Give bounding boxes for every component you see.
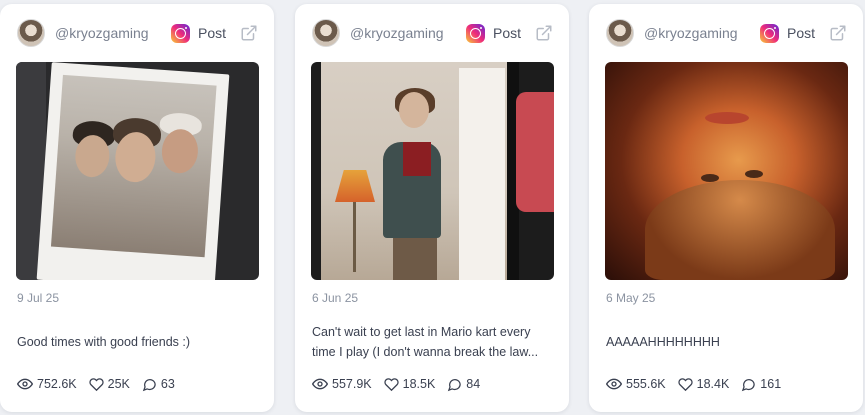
post-stats: 555.6K 18.4K 161 [606,376,793,392]
comment-icon [448,378,462,391]
avatar[interactable] [606,19,634,47]
comments-count: 161 [760,377,782,391]
username[interactable]: @kryozgaming [350,25,466,41]
post-stats: 752.6K 25K 63 [17,376,187,392]
post-type-label: Post [197,25,226,41]
post-image[interactable] [605,62,848,280]
post-card: @kryozgaming Post 9 Jul 25 Good times wi… [0,4,274,412]
post-type-label: Post [786,25,815,41]
comment-icon [142,378,156,391]
likes-stat: 25K [89,377,130,392]
post-card: @kryozgaming Post 6 Jun 25 Can't wait to… [295,4,569,412]
views-count: 752.6K [37,377,77,391]
views-stat: 752.6K [17,376,77,392]
eye-icon [606,378,622,390]
heart-icon [384,377,399,391]
likes-count: 25K [107,377,130,391]
views-stat: 555.6K [606,376,666,392]
post-date: 6 Jun 25 [312,291,359,305]
post-caption: Good times with good friends :) [17,335,190,349]
post-image[interactable] [311,62,554,280]
username[interactable]: @kryozgaming [55,25,171,41]
heart-icon [678,377,693,391]
comments-stat: 63 [142,377,175,392]
instagram-icon [170,23,190,43]
card-header: @kryozgaming Post [606,18,847,48]
eye-icon [17,378,33,390]
external-link-icon[interactable] [535,24,553,42]
likes-stat: 18.4K [678,377,730,392]
username[interactable]: @kryozgaming [644,25,760,41]
card-header: @kryozgaming Post [17,18,258,48]
eye-icon [312,378,328,390]
likes-stat: 18.5K [384,377,436,392]
views-count: 555.6K [626,377,666,391]
views-count: 557.9K [332,377,372,391]
likes-count: 18.5K [402,377,436,391]
post-stats: 557.9K 18.5K 84 [312,376,492,392]
comments-count: 63 [160,377,175,391]
post-image[interactable] [16,62,259,280]
heart-icon [89,377,104,391]
comments-count: 84 [466,377,481,391]
comments-stat: 84 [447,377,480,392]
avatar[interactable] [17,19,45,47]
post-caption: AAAAAHHHHHHHH [606,335,720,349]
external-link-icon[interactable] [240,24,258,42]
instagram-icon [465,23,485,43]
avatar[interactable] [312,19,340,47]
post-caption: Can't wait to get last in Mario kart eve… [312,325,539,359]
likes-count: 18.4K [696,377,730,391]
external-link-icon[interactable] [829,24,847,42]
post-date: 6 May 25 [606,291,656,305]
post-type-label: Post [492,25,521,41]
views-stat: 557.9K [312,376,372,392]
comments-stat: 161 [741,377,781,392]
card-header: @kryozgaming Post [312,18,553,48]
comment-icon [742,378,756,391]
post-date: 9 Jul 25 [17,291,60,305]
post-card: @kryozgaming Post 6 May 25 AAAAAHHHHHHHH… [589,4,863,412]
instagram-icon [759,23,779,43]
